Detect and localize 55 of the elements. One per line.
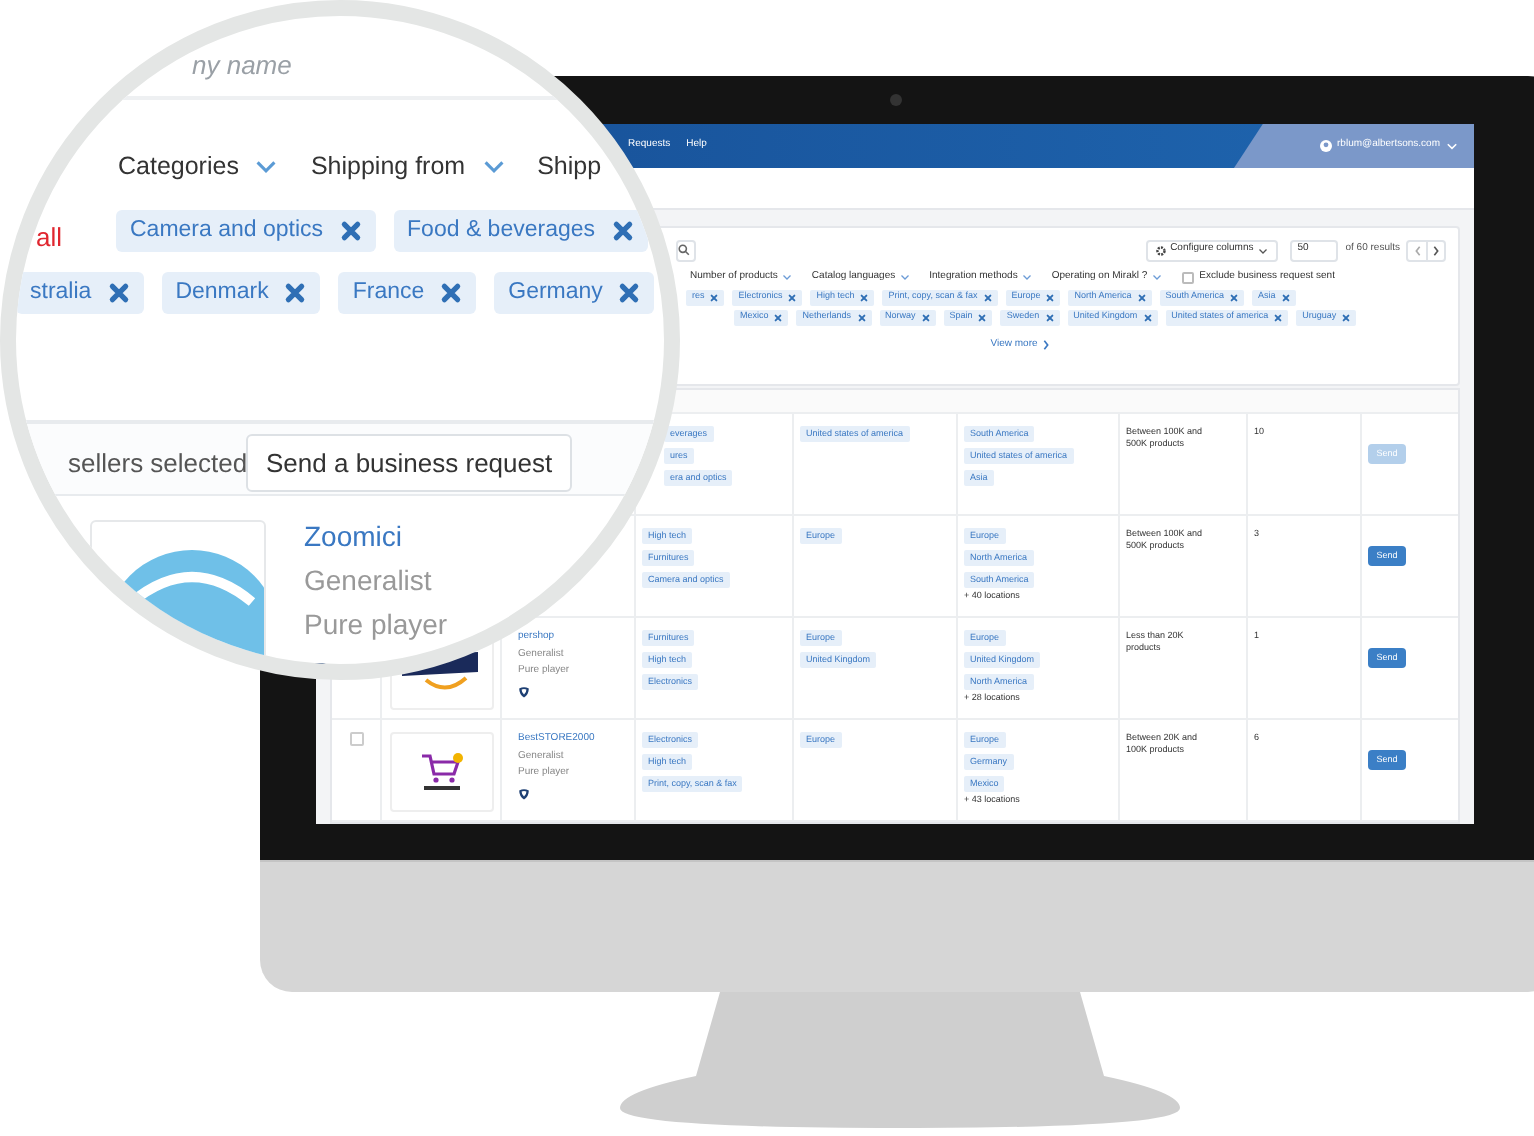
shield-icon: [518, 787, 530, 799]
seller-model: Pure player: [304, 606, 448, 644]
filter-tag: Camera and optics: [116, 210, 376, 252]
chevron-down-icon: [1257, 245, 1268, 255]
chevron-down-icon: [781, 272, 792, 283]
close-icon[interactable]: [1046, 293, 1055, 301]
chevron-down-icon: [1151, 272, 1162, 283]
selection-count: sellers selected: [68, 446, 248, 482]
filter-tag: Denmark: [161, 272, 321, 314]
chevron-down-icon: [1021, 272, 1032, 283]
close-icon[interactable]: [1274, 313, 1283, 321]
close-icon[interactable]: [710, 293, 719, 301]
close-icon[interactable]: [440, 282, 463, 304]
close-icon[interactable]: [1230, 293, 1239, 301]
chevron-down-icon: [1446, 140, 1458, 152]
filter-dropdown[interactable]: Categories: [118, 148, 279, 186]
close-icon[interactable]: [1045, 313, 1054, 321]
seller-name-link[interactable]: Zoomici: [304, 516, 448, 558]
chevron-down-icon: [899, 272, 910, 283]
close-icon[interactable]: [921, 313, 930, 321]
close-icon[interactable]: [860, 293, 869, 301]
shield-icon: [518, 685, 530, 697]
send-business-request-button[interactable]: Send a business request: [246, 434, 573, 492]
filter-tag: Food & beverages: [393, 210, 648, 252]
close-icon[interactable]: [339, 220, 362, 242]
filter-dropdown[interactable]: Shipping from: [310, 148, 506, 186]
seller-type: Generalist: [304, 562, 434, 600]
gear-icon: [1156, 245, 1167, 255]
close-icon[interactable]: [1137, 293, 1146, 301]
user-icon: [1319, 140, 1332, 152]
close-icon[interactable]: [284, 282, 307, 304]
close-icon[interactable]: [857, 313, 866, 321]
clear-all-link[interactable]: all: [36, 218, 63, 257]
next-page-button[interactable]: [1426, 241, 1444, 259]
close-icon[interactable]: [1281, 293, 1290, 301]
chevron-right-icon: [1041, 339, 1050, 350]
close-icon[interactable]: [618, 282, 641, 304]
filter-tag: France: [338, 272, 477, 314]
filter-tag: stralia: [16, 272, 144, 314]
close-icon[interactable]: [788, 293, 797, 301]
chevron-right-icon: [1432, 245, 1440, 255]
close-icon[interactable]: [774, 313, 783, 321]
checkbox[interactable]: [1181, 271, 1194, 284]
close-icon[interactable]: [107, 282, 130, 304]
search-icon: [678, 244, 690, 256]
filter-tag: Germany: [494, 272, 655, 314]
filter-dropdown[interactable]: Shipp: [537, 148, 602, 186]
chevron-left-icon: [1413, 245, 1421, 255]
close-icon[interactable]: [1143, 313, 1152, 321]
close-icon[interactable]: [611, 220, 634, 242]
close-icon[interactable]: [1342, 313, 1351, 321]
close-icon[interactable]: [983, 293, 992, 301]
search-field[interactable]: [676, 239, 696, 261]
close-icon[interactable]: [978, 313, 987, 321]
row-checkbox[interactable]: [349, 732, 363, 746]
